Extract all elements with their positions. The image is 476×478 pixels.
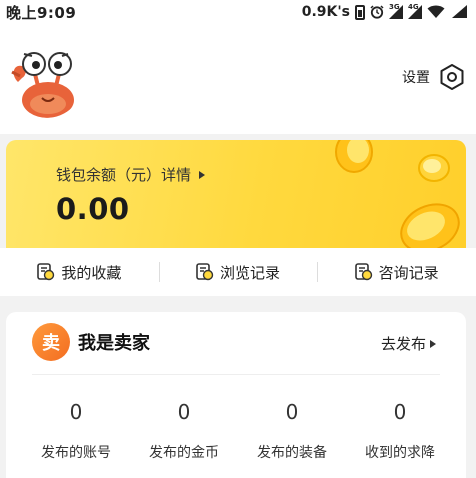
seller-title: 我是卖家 (78, 333, 150, 354)
alarm-icon (370, 5, 384, 19)
consult-link[interactable]: 咨询记录 (317, 248, 476, 296)
wallet-balance: 0.00 (56, 192, 130, 226)
signal-3g-icon: 3G (389, 3, 403, 19)
wallet-label: 钱包余额（元）详情 (56, 166, 192, 184)
stat-price-requests[interactable]: 0 收到的求降 (346, 400, 454, 462)
status-icons: 0.9K's 3G 4G (301, 3, 468, 20)
favorites-link[interactable]: 我的收藏 (0, 248, 159, 296)
history-icon (196, 263, 214, 281)
favorites-label: 我的收藏 (61, 263, 122, 282)
wallet-card[interactable]: 钱包余额（元）详情 0.00 (6, 140, 466, 248)
network-speed: 0.9K's (301, 4, 350, 20)
favorites-icon (37, 263, 55, 281)
seller-card: 卖 我是卖家 去发布 0 发布的账号 0 发布的金币 0 发布的装备 0 收到的… (6, 312, 466, 478)
avatar[interactable] (8, 42, 84, 118)
signal-4g-label: 4G (408, 3, 419, 11)
stat-label: 发布的金币 (149, 445, 219, 461)
settings-label: 设置 (402, 70, 430, 86)
battery-icon (355, 4, 365, 20)
signal-3g-label: 3G (389, 3, 400, 11)
consult-icon (354, 263, 372, 281)
stat-published-coins[interactable]: 0 发布的金币 (130, 400, 238, 462)
chevron-right-icon (199, 170, 206, 179)
wifi-icon (427, 5, 445, 18)
divider (32, 374, 440, 375)
history-link[interactable]: 浏览记录 (158, 248, 318, 296)
quick-links: 我的收藏 浏览记录 咨询记录 (0, 248, 476, 296)
seller-stats: 0 发布的账号 0 发布的金币 0 发布的装备 0 收到的求降 (6, 400, 466, 462)
settings-gear-icon (440, 64, 464, 90)
consult-label: 咨询记录 (378, 263, 439, 282)
signal-4g-icon: 4G (408, 3, 422, 19)
crab-avatar-icon (8, 42, 84, 118)
publish-label: 去发布 (380, 335, 426, 353)
status-time: 晚上9:09 (6, 3, 77, 22)
stat-label: 发布的账号 (41, 445, 111, 461)
stat-value: 0 (69, 400, 83, 424)
seller-badge-icon: 卖 (32, 323, 70, 361)
seller-header: 卖 我是卖家 去发布 (6, 312, 466, 372)
status-bar: 晚上9:09 0.9K's 3G 4G (0, 0, 476, 24)
stat-value: 0 (393, 400, 407, 424)
profile-header: 设置 (0, 24, 476, 134)
history-label: 浏览记录 (220, 263, 281, 282)
stat-value: 0 (177, 400, 191, 424)
stat-label: 收到的求降 (365, 445, 435, 461)
publish-button[interactable]: 去发布 (381, 333, 436, 354)
stat-label: 发布的装备 (257, 445, 327, 461)
settings-button[interactable]: 设置 (402, 64, 464, 90)
wallet-details-link[interactable]: 钱包余额（元）详情 (56, 164, 206, 185)
signal-full-icon (452, 5, 467, 18)
stat-published-equipment[interactable]: 0 发布的装备 (238, 400, 346, 462)
stat-value: 0 (285, 400, 299, 424)
chevron-right-icon (430, 339, 436, 348)
stat-published-accounts[interactable]: 0 发布的账号 (22, 400, 130, 462)
